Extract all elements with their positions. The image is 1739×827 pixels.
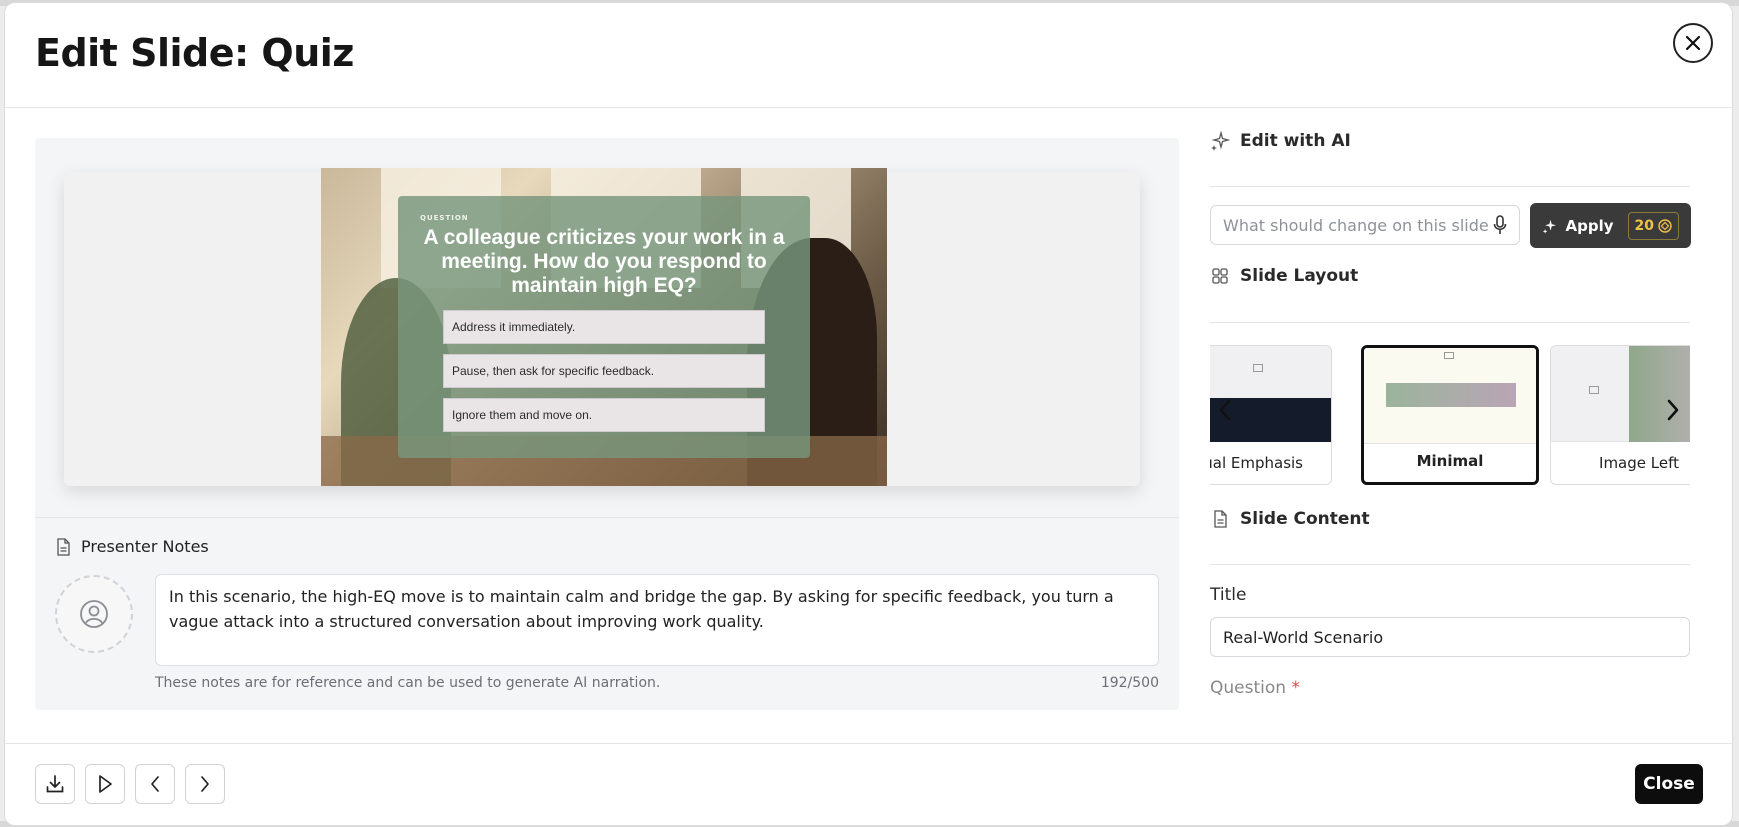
- carousel-next-button[interactable]: [1658, 395, 1688, 425]
- layout-label: Dual Emphasis: [1210, 454, 1303, 472]
- presenter-notes-section: Presenter Notes In this scenario, the hi…: [35, 519, 1179, 710]
- slide-content-heading: Slide Content: [1210, 509, 1370, 529]
- quiz-card: QUESTION A colleague criticizes your wor…: [398, 196, 810, 458]
- edit-with-ai-heading: Edit with AI: [1210, 131, 1351, 151]
- quiz-kicker: QUESTION: [420, 214, 469, 222]
- ai-prompt-input[interactable]: What should change on this slide: [1210, 205, 1520, 245]
- ai-prompt-placeholder: What should change on this slide: [1223, 215, 1489, 235]
- microphone-icon[interactable]: [1493, 215, 1507, 235]
- notes-char-count: 192/500: [1100, 675, 1159, 691]
- title-field-label: Title: [1210, 585, 1247, 605]
- apply-label: Apply: [1565, 216, 1614, 235]
- sparkle-icon: [1211, 131, 1230, 151]
- modal-header: Edit Slide: Quiz: [5, 3, 1732, 108]
- modal-footer: Close: [5, 743, 1732, 825]
- question-label-text: Question: [1210, 678, 1287, 698]
- layout-label: Image Left: [1599, 454, 1679, 472]
- sparkle-icon: [1542, 219, 1556, 234]
- play-icon: [99, 775, 112, 793]
- grid-icon: [1212, 268, 1228, 284]
- required-mark: *: [1291, 678, 1300, 698]
- notes-hint: These notes are for reference and can be…: [155, 675, 661, 691]
- slide-layout-label: Slide Layout: [1240, 266, 1359, 286]
- quiz-question: A colleague criticizes your work in a me…: [423, 226, 785, 297]
- thumb-block: [1386, 383, 1516, 407]
- section-divider: [1210, 186, 1690, 187]
- layout-label: Minimal: [1416, 452, 1484, 470]
- layout-thumbnail: [1210, 346, 1331, 442]
- chevron-right-icon: [1667, 399, 1679, 421]
- download-icon: [46, 775, 64, 793]
- previous-slide-button[interactable]: [135, 764, 175, 804]
- quiz-options: Address it immediately. Pause, then ask …: [420, 310, 788, 432]
- modal-title: Edit Slide: Quiz: [35, 31, 354, 75]
- quiz-option: Pause, then ask for specific feedback.: [443, 354, 765, 388]
- slide-content-label: Slide Content: [1240, 509, 1370, 529]
- presenter-notes-label: Presenter Notes: [81, 537, 209, 556]
- question-field-label: Question *: [1210, 678, 1300, 698]
- quiz-option: Ignore them and move on.: [443, 398, 765, 432]
- layout-thumbnail: [1364, 348, 1536, 444]
- play-button[interactable]: [85, 764, 125, 804]
- apply-ai-button[interactable]: Apply 20: [1530, 203, 1691, 248]
- carousel-prev-button[interactable]: [1210, 395, 1240, 425]
- edit-slide-modal: Edit Slide: Quiz QUESTION A colleague cr…: [5, 3, 1732, 825]
- chevron-left-icon: [151, 776, 159, 792]
- slide-layout-heading: Slide Layout: [1210, 266, 1358, 286]
- layout-thumbnail: [1551, 346, 1690, 442]
- document-icon: [1214, 510, 1227, 528]
- section-divider: [1210, 322, 1690, 323]
- download-button[interactable]: [35, 764, 75, 804]
- edit-with-ai-label: Edit with AI: [1240, 131, 1351, 151]
- document-icon: [57, 537, 70, 556]
- slide-preview[interactable]: QUESTION A colleague criticizes your wor…: [321, 168, 887, 486]
- credit-cost: 20: [1634, 217, 1654, 234]
- coin-icon: [1658, 218, 1672, 233]
- thumb-block: [1629, 346, 1690, 442]
- slide-preview-area: QUESTION A colleague criticizes your wor…: [35, 138, 1179, 518]
- chevron-left-icon: [1219, 399, 1231, 421]
- image-placeholder-icon: [1589, 386, 1599, 394]
- user-avatar-icon: [80, 600, 108, 628]
- close-icon: [1685, 35, 1701, 51]
- image-placeholder-icon: [1253, 364, 1263, 372]
- edit-sidebar: Edit with AI What should change on this …: [1210, 123, 1695, 701]
- modal-close-button[interactable]: [1673, 23, 1713, 63]
- section-divider: [1210, 564, 1690, 565]
- presenter-notes-textarea[interactable]: In this scenario, the high-EQ move is to…: [155, 574, 1159, 666]
- image-placeholder-icon: [1444, 352, 1454, 359]
- layout-carousel: Dual Emphasis Minimal Image Left: [1210, 345, 1690, 487]
- narrator-avatar[interactable]: [55, 575, 133, 653]
- title-input[interactable]: Real-World Scenario: [1210, 617, 1690, 657]
- next-slide-button[interactable]: [185, 764, 225, 804]
- credit-cost-badge: 20: [1627, 211, 1679, 240]
- presenter-notes-heading: Presenter Notes: [55, 537, 209, 556]
- close-button[interactable]: Close: [1635, 764, 1703, 804]
- chevron-right-icon: [201, 776, 209, 792]
- quiz-option: Address it immediately.: [443, 310, 765, 344]
- layout-card-minimal[interactable]: Minimal: [1361, 345, 1539, 485]
- preview-panel: QUESTION A colleague criticizes your wor…: [35, 138, 1179, 710]
